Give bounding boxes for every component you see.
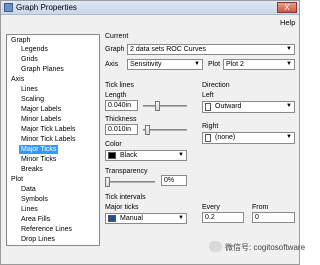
major-ticks-value: Manual [120, 215, 143, 222]
from-label: From [252, 204, 269, 211]
property-tree[interactable]: Graph Legends Grids Graph Planes Axis Li… [6, 34, 100, 246]
major-ticks-select[interactable]: Manual ▼ [105, 213, 187, 224]
length-slider-track[interactable] [143, 105, 187, 107]
major-ticks-label: Major ticks [105, 204, 139, 211]
tree-item-axis[interactable]: Axis [9, 75, 26, 84]
tree-item-major-ticks[interactable]: Major Ticks [19, 145, 59, 154]
color-select[interactable]: Black ▼ [105, 150, 187, 161]
color-swatch [108, 152, 116, 159]
direction-left-label: Left [202, 92, 214, 99]
color-select-value: Black [120, 152, 138, 159]
tree-item-major-tick-labels[interactable]: Major Tick Labels [19, 125, 77, 134]
chevron-down-icon: ▼ [286, 46, 292, 52]
chevron-down-icon: ▼ [286, 103, 292, 109]
tick-intervals-section-label: Tick intervals [105, 194, 146, 201]
tree-item-minor-labels[interactable]: Minor Labels [19, 115, 63, 124]
direction-left-value: Outward [215, 103, 242, 110]
tree-item-breaks[interactable]: Breaks [19, 165, 45, 174]
thickness-input[interactable]: 0.010in [105, 124, 138, 135]
help-menu[interactable]: Help [280, 18, 295, 27]
every-input[interactable]: 0.2 [202, 212, 244, 223]
graph-select[interactable]: 2 data sets ROC Curves ▼ [127, 44, 295, 55]
transparency-input[interactable]: 0% [161, 175, 187, 186]
tree-item-scaling[interactable]: Scaling [19, 95, 46, 104]
wechat-icon [209, 241, 222, 252]
no-tick-icon [205, 134, 211, 142]
tree-item-minor-tick-labels[interactable]: Minor Tick Labels [19, 135, 77, 144]
tree-item-data[interactable]: Data [19, 185, 38, 194]
tree-item-area-fills[interactable]: Area Fills [19, 215, 52, 224]
chevron-down-icon: ▼ [178, 152, 184, 158]
tree-item-reference-lines[interactable]: Reference Lines [19, 225, 74, 234]
chevron-down-icon: ▼ [194, 61, 200, 67]
axis-label: Axis [105, 61, 119, 68]
length-slider-thumb[interactable] [154, 101, 160, 111]
tree-item-grids[interactable]: Grids [19, 55, 40, 64]
tree-item-graph-planes[interactable]: Graph Planes [19, 65, 66, 74]
thickness-slider-thumb[interactable] [144, 125, 150, 135]
every-label: Every [202, 204, 220, 211]
tree-item-drop-lines[interactable]: Drop Lines [19, 235, 57, 244]
graph-properties-dialog: Graph Properties X Help Graph Legends Gr… [0, 0, 305, 265]
manual-icon [108, 215, 116, 222]
tree-item-legends[interactable]: Legends [19, 45, 50, 54]
outward-tick-icon [205, 103, 211, 111]
tick-lines-section-label: Tick lines [105, 82, 134, 89]
tree-item-graph[interactable]: Graph [9, 36, 32, 45]
direction-section-label: Direction [202, 82, 230, 89]
axis-select[interactable]: Sensitivity ▼ [127, 59, 203, 70]
thickness-label: Thickness [105, 116, 137, 123]
plot-label: Plot [208, 61, 221, 68]
plot-select-value: Plot 2 [226, 61, 244, 68]
tree-item-plot[interactable]: Plot [9, 175, 25, 184]
tree-item-plot-lines[interactable]: Lines [19, 205, 40, 214]
graph-select-value: 2 data sets ROC Curves [130, 46, 206, 53]
length-label: Length [105, 92, 127, 99]
direction-left-select[interactable]: Outward ▼ [202, 101, 295, 113]
chevron-down-icon: ▼ [286, 134, 292, 140]
transparency-slider-thumb[interactable] [105, 177, 110, 187]
app-icon [4, 3, 13, 12]
close-button[interactable]: X [277, 2, 297, 13]
length-input[interactable]: 0.040in [105, 100, 138, 111]
direction-right-select[interactable]: (none) ▼ [202, 132, 295, 144]
axis-select-value: Sensitivity [130, 61, 162, 68]
watermark-text: 微信号: cogitosoftware [225, 243, 306, 252]
chevron-down-icon: ▼ [286, 61, 292, 67]
chevron-down-icon: ▼ [178, 215, 184, 221]
current-section-label: Current [105, 33, 129, 40]
plot-select[interactable]: Plot 2 ▼ [223, 59, 295, 70]
window-title: Graph Properties [16, 3, 77, 12]
graph-label: Graph [105, 46, 125, 53]
transparency-slider-track[interactable] [105, 181, 155, 183]
direction-right-value: (none) [215, 134, 236, 141]
tree-item-major-labels[interactable]: Major Labels [19, 105, 63, 114]
tree-item-minor-ticks[interactable]: Minor Ticks [19, 155, 58, 164]
direction-right-label: Right [202, 123, 219, 130]
transparency-label: Transparency [105, 168, 148, 175]
from-input[interactable]: 0 [252, 212, 295, 223]
tree-item-lines[interactable]: Lines [19, 85, 40, 94]
tree-item-symbols[interactable]: Symbols [19, 195, 50, 204]
color-label: Color [105, 141, 122, 148]
title-bar[interactable]: Graph Properties X [1, 1, 299, 15]
